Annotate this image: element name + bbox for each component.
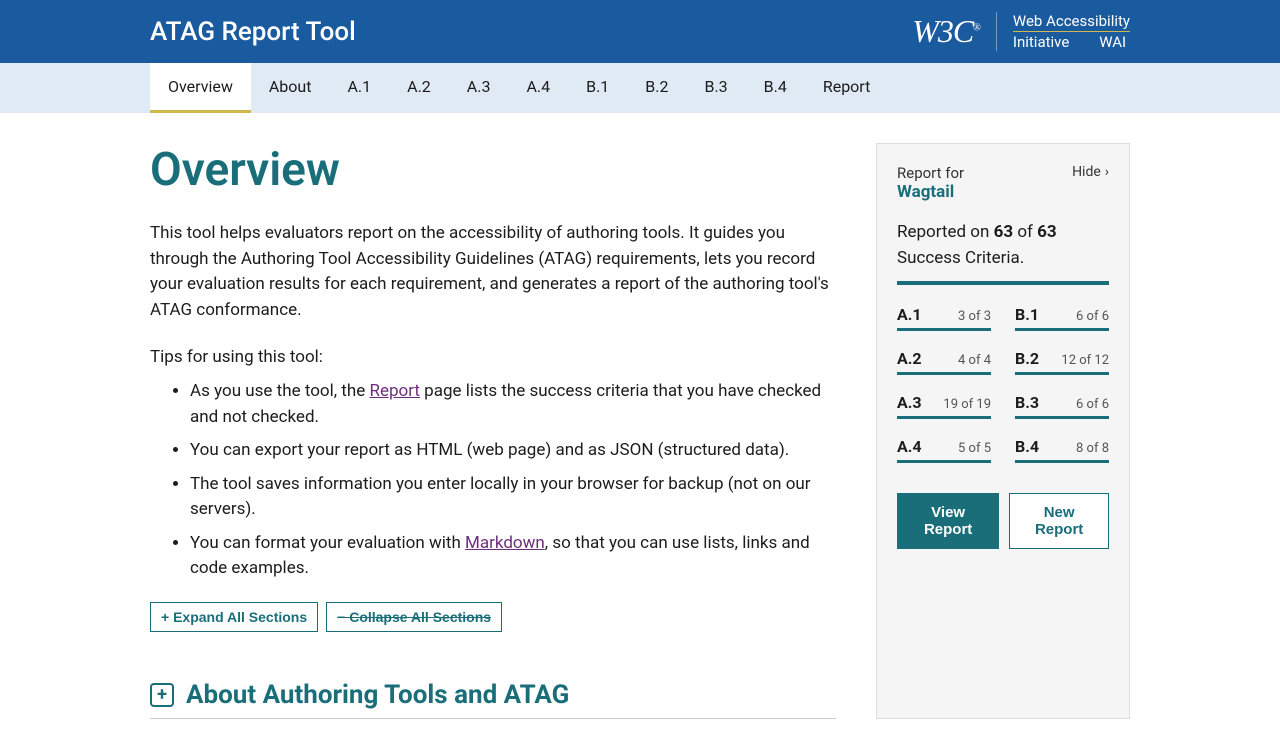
grid-a2[interactable]: A.24 of 4 <box>897 349 991 375</box>
wai-line2: Initiative WAI <box>1013 33 1130 51</box>
nav-a1[interactable]: A.1 <box>329 63 389 113</box>
nav-report[interactable]: Report <box>805 63 889 113</box>
app-title: ATAG Report Tool <box>150 17 356 47</box>
tip-item: You can export your report as HTML (web … <box>190 438 836 464</box>
reported-on: Reported on 63 of 63 Success Criteria. <box>897 220 1109 271</box>
report-for-row: Report for Wagtail Hide › <box>897 164 1109 202</box>
hide-button[interactable]: Hide › <box>1072 164 1109 180</box>
nav-b4[interactable]: B.4 <box>746 63 805 113</box>
markdown-link[interactable]: Markdown <box>465 533 545 553</box>
content: Overview This tool helps evaluators repo… <box>0 113 1280 749</box>
tip-item: The tool saves information you enter loc… <box>190 472 836 523</box>
grid-b1[interactable]: B.16 of 6 <box>1015 305 1109 331</box>
header-right: W3C® Web Accessibility Initiative WAI <box>912 12 1130 51</box>
plus-icon: + <box>150 683 174 707</box>
grid-a1[interactable]: A.13 of 3 <box>897 305 991 331</box>
expand-all-button[interactable]: + Expand All Sections <box>150 602 318 632</box>
header: ATAG Report Tool W3C® Web Accessibility … <box>0 0 1280 63</box>
nav-a3[interactable]: A.3 <box>449 63 509 113</box>
nav-b2[interactable]: B.2 <box>627 63 686 113</box>
tip-item: You can format your evaluation with Mark… <box>190 531 836 582</box>
sidebar-buttons: View Report New Report <box>897 493 1109 549</box>
nav-about[interactable]: About <box>251 63 330 113</box>
nav-a2[interactable]: A.2 <box>389 63 449 113</box>
new-report-button[interactable]: New Report <box>1009 493 1109 549</box>
wai-line1: Web Accessibility <box>1013 12 1130 32</box>
sidebar-panel: Report for Wagtail Hide › Reported on 63… <box>876 143 1130 719</box>
chevron-right-icon: › <box>1105 164 1109 180</box>
expand-collapse-row: + Expand All Sections − Collapse All Sec… <box>150 602 836 632</box>
nav-b3[interactable]: B.3 <box>686 63 745 113</box>
grid-b3[interactable]: B.36 of 6 <box>1015 393 1109 419</box>
nav-bar: Overview About A.1 A.2 A.3 A.4 B.1 B.2 B… <box>0 63 1280 113</box>
criteria-grid: A.13 of 3 B.16 of 6 A.24 of 4 B.212 of 1… <box>897 305 1109 463</box>
report-for-label: Report for <box>897 164 964 182</box>
grid-b4[interactable]: B.48 of 8 <box>1015 437 1109 463</box>
nav-b1[interactable]: B.1 <box>568 63 627 113</box>
grid-b2[interactable]: B.212 of 12 <box>1015 349 1109 375</box>
intro-text: This tool helps evaluators report on the… <box>150 221 836 323</box>
tip-item: As you use the tool, the Report page lis… <box>190 379 836 430</box>
tips-list: As you use the tool, the Report page lis… <box>150 379 836 582</box>
wai-block: Web Accessibility Initiative WAI <box>996 12 1130 51</box>
nav-inner: Overview About A.1 A.2 A.3 A.4 B.1 B.2 B… <box>150 63 1130 113</box>
progress-bar <box>897 281 1109 285</box>
w3c-logo: W3C® <box>912 13 980 50</box>
nav-overview[interactable]: Overview <box>150 63 251 113</box>
nav-a4[interactable]: A.4 <box>508 63 568 113</box>
report-link[interactable]: Report <box>369 381 419 401</box>
grid-a4[interactable]: A.45 of 5 <box>897 437 991 463</box>
grid-a3[interactable]: A.319 of 19 <box>897 393 991 419</box>
report-for-name: Wagtail <box>897 182 964 202</box>
view-report-button[interactable]: View Report <box>897 493 999 549</box>
main-column: Overview This tool helps evaluators repo… <box>150 143 836 719</box>
section-about[interactable]: + About Authoring Tools and ATAG <box>150 680 836 719</box>
page-title: Overview <box>150 143 836 197</box>
section-title: About Authoring Tools and ATAG <box>186 680 569 710</box>
tips-label: Tips for using this tool: <box>150 347 836 367</box>
collapse-all-button[interactable]: − Collapse All Sections <box>326 602 502 632</box>
